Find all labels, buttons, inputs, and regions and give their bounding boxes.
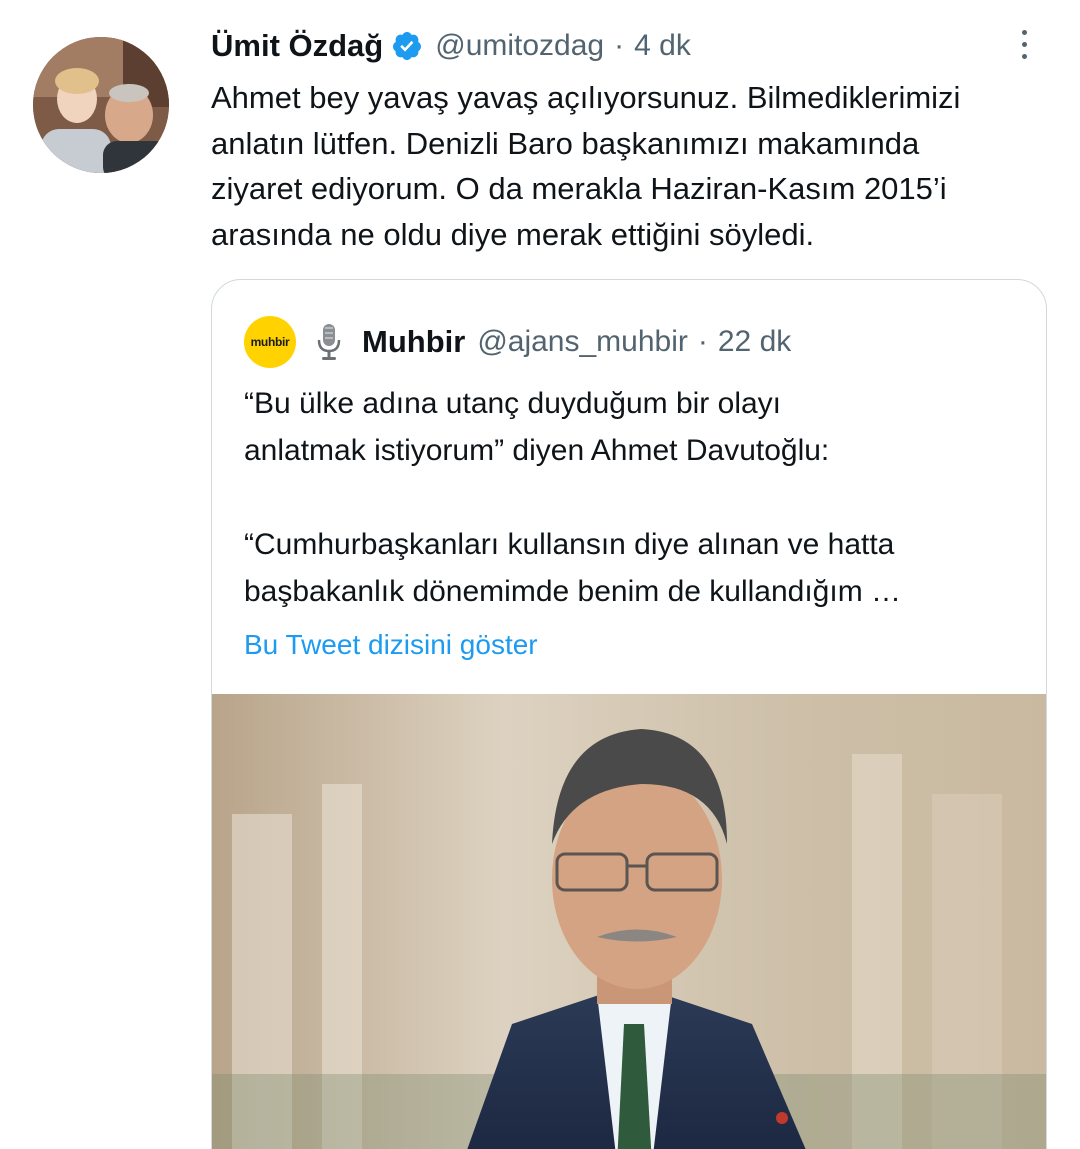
verified-badge-icon (391, 30, 423, 62)
tweet-text: Ahmet bey yavaş yavaş açılıyorsunuz. Bil… (211, 75, 1061, 257)
tweet-screenshot: Ümit Özdağ @umitozdag · 4 dk Ahmet bey y… (0, 0, 1080, 1149)
tweet-text-line: anlatın lütfen. Denizli Baro başkanımızı… (211, 125, 920, 161)
photo-image (212, 694, 1046, 1149)
quoted-author-name[interactable]: Muhbir (362, 324, 465, 360)
quoted-timestamp[interactable]: 22 dk (718, 325, 791, 359)
quoted-header-separator: · (697, 325, 708, 358)
quoted-text-line: “Bu ülke adına utanç duyduğum bir olayı (244, 387, 781, 420)
author-avatar[interactable] (33, 37, 169, 173)
tweet-timestamp[interactable]: 4 dk (634, 29, 691, 63)
quoted-tweet-header: muhbir Muhbir @ajans_muhbir · 22 dk (244, 316, 791, 368)
quoted-tweet-photo[interactable] (212, 694, 1046, 1149)
tweet-header: Ümit Özdağ @umitozdag · 4 dk (211, 27, 691, 65)
quoted-author-handle[interactable]: @ajans_muhbir (477, 325, 688, 359)
tweet-text-line: ziyaret ediyorum. O da merakla Haziran-K… (211, 171, 947, 206)
quoted-text-line: anlatmak istiyorum” diyen Ahmet Davutoğl… (244, 434, 830, 467)
quoted-tweet-card[interactable]: muhbir Muhbir @ajans_muhbir · 22 dk “Bu … (211, 279, 1047, 1149)
quoted-text-line: “Cumhurbaşkanları kullansın diye alınan … (244, 528, 895, 561)
microphone-icon (316, 322, 342, 362)
quoted-text-line: başbakanlık dönemimde benim de kullandığ… (244, 575, 902, 608)
header-separator: · (614, 29, 625, 62)
tweet-text-line: arasında ne oldu diye merak ettiğini söy… (211, 216, 815, 252)
quoted-tweet-text: “Bu ülke adına utanç duyduğum bir olayı … (244, 380, 1034, 615)
author-name[interactable]: Ümit Özdağ (211, 28, 383, 64)
quoted-author-avatar[interactable]: muhbir (244, 316, 296, 368)
show-thread-link[interactable]: Bu Tweet dizisini göster (244, 629, 538, 661)
tweet-text-line: Ahmet bey yavaş yavaş açılıyorsunuz. Bil… (211, 80, 961, 115)
author-avatar-image (33, 37, 169, 173)
author-handle[interactable]: @umitozdag (435, 29, 604, 63)
more-vertical-icon[interactable] (1006, 22, 1042, 66)
quoted-avatar-logo-text: muhbir (250, 335, 290, 349)
